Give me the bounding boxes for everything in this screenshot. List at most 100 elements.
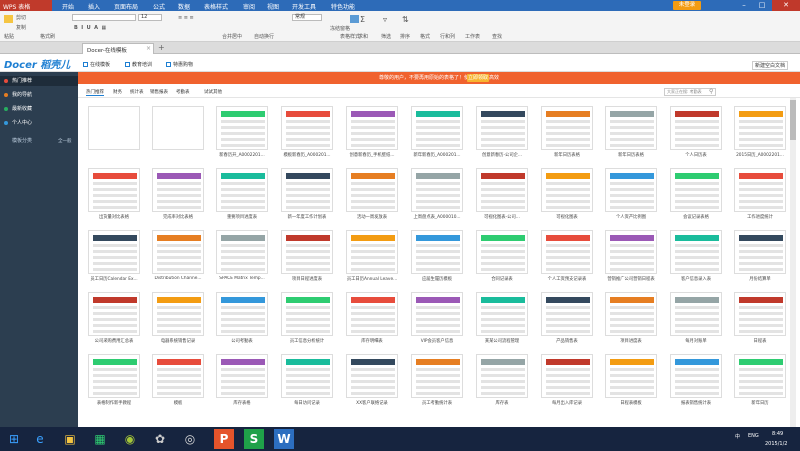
- tab-online-templates[interactable]: 在线模板: [83, 61, 110, 68]
- sidebar-item-favorites[interactable]: 最新收藏: [0, 104, 78, 114]
- template-card[interactable]: [152, 168, 204, 212]
- template-caption[interactable]: 库存表格: [209, 400, 275, 406]
- template-card[interactable]: [152, 292, 204, 336]
- number-format-select[interactable]: 常规: [292, 14, 322, 21]
- template-caption[interactable]: 模板: [145, 400, 211, 406]
- template-card[interactable]: [152, 106, 204, 150]
- template-card[interactable]: [476, 354, 528, 398]
- close-icon[interactable]: ✕: [772, 0, 800, 11]
- ie-icon[interactable]: e: [30, 429, 50, 449]
- sort-icon[interactable]: ⇅: [402, 15, 409, 24]
- template-card[interactable]: [670, 168, 722, 212]
- template-card[interactable]: [281, 168, 333, 212]
- template-card[interactable]: [605, 168, 657, 212]
- template-caption[interactable]: 报表销售统计表: [663, 400, 729, 406]
- template-caption[interactable]: 月份结算单: [727, 276, 793, 282]
- new-blank-doc-button[interactable]: 新建空白文档: [752, 61, 789, 70]
- template-caption[interactable]: 可视化图表-公司...: [469, 214, 535, 220]
- font-size-select[interactable]: 12: [138, 14, 162, 21]
- template-caption[interactable]: 员工信息分析统计: [274, 338, 340, 344]
- wps-presentation-icon[interactable]: P: [214, 429, 234, 449]
- media-icon[interactable]: ◎: [180, 429, 200, 449]
- scrollbar[interactable]: [790, 98, 796, 428]
- template-card[interactable]: [734, 230, 786, 274]
- template-card[interactable]: [346, 354, 398, 398]
- template-caption[interactable]: 每日访问记录: [274, 400, 340, 406]
- template-card[interactable]: [541, 230, 593, 274]
- template-card[interactable]: [216, 168, 268, 212]
- template-caption[interactable]: 2015日历_A0002201...: [727, 152, 793, 158]
- banner-button[interactable]: 立即领取: [467, 74, 489, 82]
- table-style-button[interactable]: 表格样式: [340, 33, 360, 40]
- template-caption[interactable]: 项目日程进度表: [274, 276, 340, 282]
- template-caption[interactable]: 新春历开_A0002201...: [209, 152, 275, 158]
- sidebar-section-right[interactable]: 全一般: [58, 138, 72, 144]
- new-tab-icon[interactable]: +: [158, 43, 165, 52]
- template-caption[interactable]: 某某公司流程管理: [469, 338, 535, 344]
- explorer-icon[interactable]: ▣: [60, 429, 80, 449]
- template-card[interactable]: [281, 292, 333, 336]
- clock-time[interactable]: 8:49: [772, 431, 783, 437]
- maximize-icon[interactable]: □: [754, 0, 770, 11]
- merge-center-button[interactable]: 合并居中: [222, 33, 242, 40]
- template-caption[interactable]: 创意新春历-公司企...: [469, 152, 535, 158]
- template-caption[interactable]: 公司考勤表: [209, 338, 275, 344]
- filter-tab-other[interactable]: 试试其他: [204, 89, 222, 95]
- template-card[interactable]: [476, 106, 528, 150]
- template-caption[interactable]: 表格制作新手教程: [81, 400, 147, 406]
- template-card[interactable]: [88, 168, 140, 212]
- format-button[interactable]: 格式: [420, 33, 430, 40]
- menu-start[interactable]: 开始: [62, 2, 74, 11]
- worksheet-button[interactable]: 工作表: [465, 33, 480, 40]
- template-caption[interactable]: 出货量对比表格: [81, 214, 147, 220]
- sidebar-item-hot[interactable]: 热门推荐: [0, 76, 78, 86]
- menu-data[interactable]: 数据: [178, 2, 190, 11]
- paint-icon[interactable]: ✿: [150, 429, 170, 449]
- sidebar-item-nav[interactable]: 我的导航: [0, 90, 78, 100]
- font-name-select[interactable]: [72, 14, 136, 21]
- template-card[interactable]: [411, 168, 463, 212]
- template-card[interactable]: [281, 106, 333, 150]
- template-caption[interactable]: 应届生履历模板: [404, 276, 470, 282]
- tray-language[interactable]: ENG: [748, 433, 759, 439]
- template-card[interactable]: [88, 106, 140, 150]
- template-card[interactable]: [216, 354, 268, 398]
- filter-icon[interactable]: ▿: [383, 15, 387, 24]
- tray-ime[interactable]: 中: [735, 433, 740, 440]
- minimize-icon[interactable]: –: [736, 0, 752, 11]
- menu-insert[interactable]: 插入: [88, 2, 100, 11]
- template-caption[interactable]: 员工日历Annual Leave...: [339, 276, 405, 282]
- template-caption[interactable]: 每月出入库记录: [534, 400, 600, 406]
- template-caption[interactable]: 日程表: [727, 338, 793, 344]
- filter-tab-hot[interactable]: 热门推荐: [86, 89, 104, 96]
- template-card[interactable]: [88, 354, 140, 398]
- template-card[interactable]: [346, 292, 398, 336]
- menu-view[interactable]: 视图: [267, 2, 279, 11]
- template-card[interactable]: [670, 106, 722, 150]
- template-caption[interactable]: 个人资产比例图: [598, 214, 664, 220]
- format-painter-button[interactable]: 格式刷: [40, 33, 55, 40]
- table-style-icon[interactable]: [350, 15, 359, 23]
- sum-button[interactable]: 求和: [358, 33, 368, 40]
- template-card[interactable]: [541, 354, 593, 398]
- template-card[interactable]: [281, 230, 333, 274]
- template-caption[interactable]: 新年新春历_A000201...: [404, 152, 470, 158]
- template-caption[interactable]: 公司采购费用汇总表: [81, 338, 147, 344]
- tab-education[interactable]: 教育培训: [125, 61, 152, 68]
- menu-review[interactable]: 审阅: [243, 2, 255, 11]
- template-card[interactable]: [734, 106, 786, 150]
- template-card[interactable]: [88, 230, 140, 274]
- template-caption[interactable]: 库存明细表: [339, 338, 405, 344]
- template-card[interactable]: [346, 106, 398, 150]
- align-icon[interactable]: ≡ ≡ ≡: [178, 15, 194, 21]
- template-card[interactable]: [216, 230, 268, 274]
- template-card[interactable]: [605, 292, 657, 336]
- tab-close-icon[interactable]: ×: [146, 45, 151, 52]
- template-card[interactable]: [152, 354, 204, 398]
- template-caption[interactable]: 新年日历表格: [598, 152, 664, 158]
- template-card[interactable]: [216, 292, 268, 336]
- windows-logo-icon[interactable]: ⊞: [4, 429, 24, 449]
- template-card[interactable]: [411, 354, 463, 398]
- template-caption[interactable]: 工作进度统计: [727, 214, 793, 220]
- template-caption[interactable]: 营销推广公司营销日程表: [598, 276, 664, 282]
